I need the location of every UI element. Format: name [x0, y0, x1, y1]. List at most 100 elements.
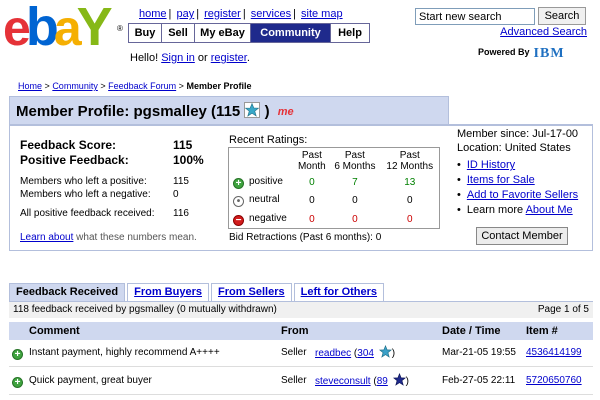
ratings-row-neutral: • neutral 0 0 0: [229, 192, 440, 210]
member-info: Member since: Jul-17-00 Location: United…: [457, 127, 578, 155]
col-from: From: [281, 325, 309, 337]
all-positive-label: All positive feedback received:: [20, 208, 155, 219]
positive-feedback-value: 100%: [173, 153, 204, 167]
feedback-item-link[interactable]: 5720650760: [526, 373, 582, 389]
logo-letter-b: b: [25, 0, 59, 57]
home-link[interactable]: home: [139, 8, 167, 20]
ratings-row-positive: + positive 0 7 13: [229, 173, 440, 191]
search-input[interactable]: [415, 8, 535, 25]
member-links: ID History Items for Sale Add to Favorit…: [457, 158, 578, 218]
positive-feedback-label: Positive Feedback:: [20, 153, 129, 167]
members-negative-label: Members who left a negative:: [20, 189, 151, 200]
breadcrumb-home[interactable]: Home: [18, 81, 42, 91]
turquoise-star-icon[interactable]: [378, 344, 392, 364]
col-date: Date / Time: [442, 325, 501, 337]
nav-tab-buy[interactable]: Buy: [129, 24, 162, 42]
feedback-score-link[interactable]: 89: [377, 376, 388, 387]
feedback-date: Feb-27-05 22:11: [442, 375, 516, 386]
search-button[interactable]: Search: [538, 7, 586, 25]
positive-plus-icon: +: [12, 349, 23, 360]
col-item: Item #: [526, 325, 558, 337]
recent-ratings-label: Recent Ratings:: [229, 134, 308, 146]
registered-mark: ®: [117, 24, 123, 33]
services-link[interactable]: services: [251, 8, 291, 20]
profile-header: Member Profile: pgsmalley (115 ) me: [9, 96, 449, 124]
tab-from-buyers[interactable]: From Buyers: [127, 283, 209, 302]
nav-tab-community[interactable]: Community: [251, 24, 331, 42]
contact-member-button[interactable]: Contact Member: [476, 227, 568, 245]
advanced-search-link[interactable]: Advanced Search: [500, 26, 587, 38]
positive-plus-icon: +: [12, 377, 23, 388]
main-nav: Buy Sell My eBay Community Help: [128, 23, 370, 43]
positive-plus-icon: +: [233, 177, 244, 189]
ratings-row-negative: − negative 0 0 0: [229, 210, 440, 228]
feedback-tabs: Feedback Received From Buyers From Selle…: [9, 283, 386, 302]
ratings-col-12-months: Past 12 Months: [386, 149, 434, 172]
feedback-comment: Instant payment, highly recommend A++++: [29, 347, 220, 358]
page-indicator: Page 1 of 5: [537, 304, 589, 315]
feedback-table-header: Comment From Date / Time Item #: [9, 322, 593, 340]
top-links: home | pay | register | services | site map: [139, 8, 343, 20]
register-link[interactable]: register: [204, 8, 241, 20]
col-comment: Comment: [29, 325, 80, 337]
feedback-date: Mar-21-05 19:55: [442, 347, 516, 358]
ratings-col-month: Past Month: [297, 149, 326, 172]
members-positive-value: 115: [173, 176, 189, 187]
all-positive-value: 116: [173, 208, 189, 219]
members-negative-value: 0: [173, 189, 179, 200]
members-positive-label: Members who left a positive:: [20, 176, 147, 187]
nav-tab-my-ebay[interactable]: My eBay: [195, 24, 251, 42]
about-me-link[interactable]: About Me: [526, 204, 573, 216]
neutral-dot-icon: •: [233, 196, 244, 208]
feedback-summary: 118 feedback received by pgsmalley (0 mu…: [13, 304, 277, 315]
feedback-score-link[interactable]: 304: [357, 348, 374, 359]
member-location: Location: United States: [457, 142, 571, 154]
sign-in-link[interactable]: Sign in: [161, 52, 195, 64]
blue-star-icon[interactable]: [392, 372, 406, 392]
learn-about-link[interactable]: Learn about: [20, 232, 73, 243]
negative-minus-icon: −: [233, 214, 244, 226]
items-for-sale-link[interactable]: Items for Sale: [467, 174, 535, 186]
feedback-score-label: Feedback Score:: [20, 138, 117, 152]
tab-left-for-others[interactable]: Left for Others: [293, 283, 385, 302]
site-map-link[interactable]: site map: [301, 8, 343, 20]
table-row: + Quick payment, great buyer Seller stev…: [9, 370, 593, 394]
row-divider: [9, 394, 593, 395]
ibm-logo: IBM: [533, 46, 565, 61]
nav-tab-sell[interactable]: Sell: [162, 24, 195, 42]
tab-from-sellers[interactable]: From Sellers: [210, 283, 292, 302]
table-row: + Instant payment, highly recommend A+++…: [9, 342, 593, 366]
pay-link[interactable]: pay: [176, 8, 194, 20]
breadcrumb-current: Member Profile: [186, 81, 252, 91]
row-divider: [9, 366, 593, 367]
logo-letter-y: Y: [76, 0, 113, 57]
nav-tab-help[interactable]: Help: [331, 24, 369, 42]
logo-letter-e: e: [3, 0, 31, 56]
feedback-comment: Quick payment, great buyer: [29, 375, 152, 386]
feedback-role: Seller: [281, 347, 307, 358]
feedback-item-link[interactable]: 4536414199: [526, 345, 582, 361]
feedback-summary-bar: 118 feedback received by pgsmalley (0 mu…: [9, 302, 593, 318]
recent-ratings-table: Past Month Past 6 Months Past 12 Months + po…: [228, 147, 440, 229]
member-since: Member since: Jul-17-00: [457, 128, 579, 140]
bid-retractions: Bid Retractions (Past 6 months): 0: [229, 232, 382, 243]
register-link-hello[interactable]: register: [211, 52, 247, 64]
feedback-role: Seller: [281, 375, 307, 386]
me-page-icon[interactable]: me: [278, 106, 294, 118]
logo-letter-a: a: [53, 0, 82, 56]
turquoise-star-icon[interactable]: [244, 102, 261, 122]
ratings-col-6-months: Past 6 Months: [334, 149, 376, 172]
feedback-user-link[interactable]: steveconsult: [315, 376, 371, 387]
feedback-score-value: 115: [173, 138, 193, 152]
breadcrumb-feedback-forum[interactable]: Feedback Forum: [108, 81, 176, 91]
ebay-logo[interactable]: ebaY ®: [3, 0, 128, 57]
breadcrumb: Home > Community > Feedback Forum > Memb…: [18, 81, 252, 91]
hello-message: Hello! Sign in or register.: [130, 52, 250, 64]
add-favorite-sellers-link[interactable]: Add to Favorite Sellers: [467, 189, 578, 201]
id-history-link[interactable]: ID History: [467, 159, 515, 171]
feedback-user-link[interactable]: readbec: [315, 348, 351, 359]
learn-about-text: Learn about what these numbers mean.: [20, 232, 197, 243]
page-title: Member Profile: pgsmalley (115 ) me: [16, 102, 294, 122]
breadcrumb-community[interactable]: Community: [52, 81, 98, 91]
tab-feedback-received[interactable]: Feedback Received: [9, 283, 126, 302]
